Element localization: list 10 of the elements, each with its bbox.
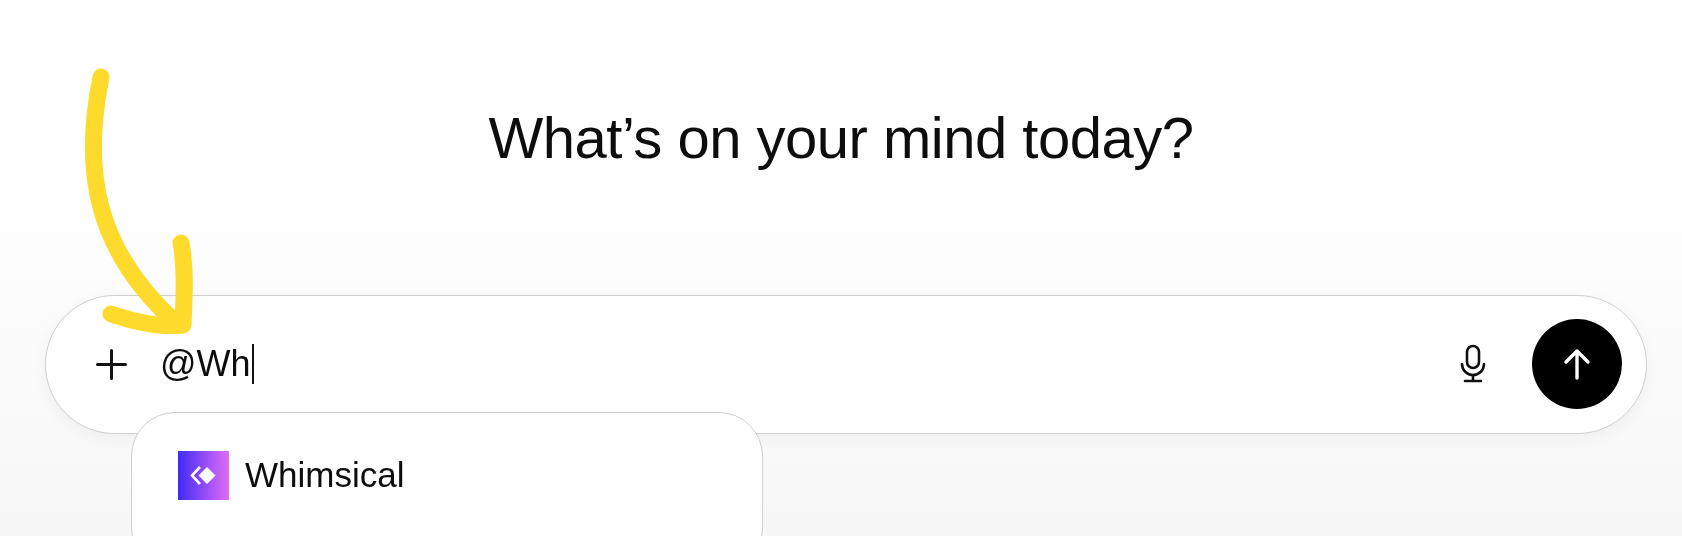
text-cursor (251, 344, 254, 385)
app-logo-icon (178, 450, 229, 500)
plus-icon (96, 348, 127, 380)
microphone-icon (1460, 344, 1486, 385)
add-button[interactable] (96, 348, 127, 380)
up-arrow-icon (1562, 347, 1592, 382)
microphone-button[interactable] (1460, 344, 1486, 385)
mention-option[interactable]: Whimsical (178, 450, 762, 500)
message-input[interactable]: @Wh (160, 343, 251, 386)
page-heading: What’s on your mind today? (487, 104, 1195, 170)
